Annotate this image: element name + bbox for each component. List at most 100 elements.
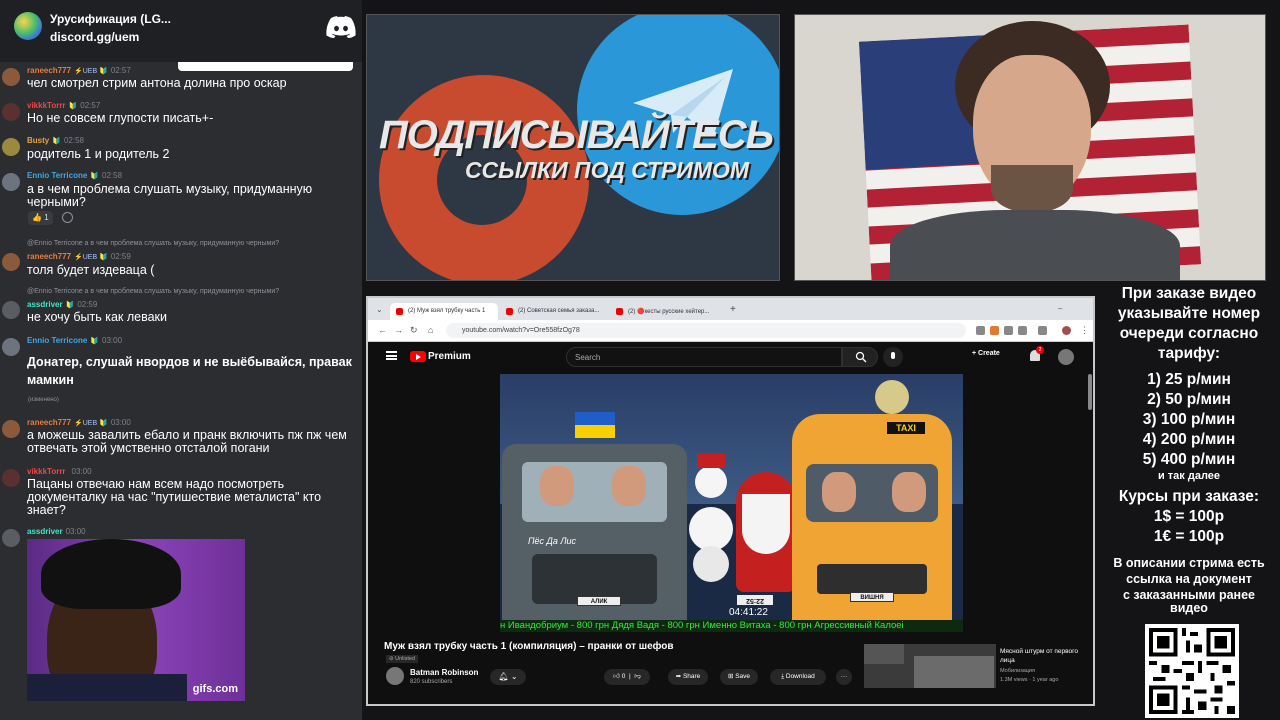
avatar[interactable] bbox=[2, 529, 20, 547]
avatar[interactable] bbox=[2, 338, 20, 356]
dislike-icon[interactable]: 👎︎ bbox=[634, 673, 641, 680]
extension-icon[interactable] bbox=[990, 326, 999, 335]
message-meta: Busty 🔰 02:58 bbox=[27, 136, 84, 145]
browser-tab[interactable]: (2) Муж взял трубку часть 1 bbox=[390, 303, 498, 320]
username[interactable]: Ennio Terricone bbox=[27, 171, 87, 180]
pricing-intro-line: тарифу: bbox=[1157, 345, 1221, 362]
chat-panel: Урусификация (LG... discord.gg/uem ranee… bbox=[0, 0, 362, 720]
voice-search-button[interactable] bbox=[883, 347, 903, 367]
reload-icon[interactable]: ↻ bbox=[410, 325, 418, 336]
tab-menu-icon[interactable]: ⌄ bbox=[376, 305, 383, 314]
username[interactable]: Busty bbox=[27, 136, 49, 145]
more-actions-button[interactable]: ··· bbox=[836, 669, 852, 685]
reply-preview[interactable]: @Ennio Terricone а в чем проблема слушат… bbox=[27, 240, 279, 247]
profile-icon[interactable] bbox=[1062, 326, 1071, 335]
recommended-title[interactable]: Мясной штурм от первого лица bbox=[1000, 647, 1088, 665]
invite-link[interactable]: discord.gg/uem bbox=[50, 30, 139, 44]
thumb-block bbox=[914, 656, 994, 688]
avatar[interactable] bbox=[2, 68, 20, 86]
message-meta: raneech777 ⚡UEB 🔰 02:57 bbox=[27, 66, 131, 75]
username[interactable]: assdriver bbox=[27, 527, 63, 536]
extension-icon[interactable] bbox=[976, 326, 985, 335]
save-button[interactable]: ⊞ Save bbox=[720, 669, 758, 685]
promo-banner: ПОДПИСЫВАЙТЕСЬ ССЫЛКИ ПОД СТРИМОМ bbox=[366, 14, 780, 281]
url-field[interactable]: youtube.com/watch?v=Ore558fzOg78 bbox=[446, 323, 966, 338]
account-avatar[interactable] bbox=[1058, 349, 1074, 365]
timestamp: 02:58 bbox=[102, 171, 123, 180]
avatar[interactable] bbox=[2, 173, 20, 191]
back-icon[interactable]: ← bbox=[378, 325, 387, 335]
reply-preview[interactable]: @Ennio Terricone а в чем проблема слушат… bbox=[27, 288, 279, 295]
user-badges: ⚡UEB 🔰 bbox=[74, 68, 108, 75]
add-reaction-icon[interactable] bbox=[62, 212, 73, 223]
timestamp: 03:00 bbox=[102, 336, 123, 345]
like-count: 0 bbox=[621, 673, 626, 680]
recommended-channel[interactable]: Мобилизация bbox=[1000, 668, 1035, 674]
menu-icon[interactable] bbox=[386, 351, 397, 360]
rates-title: Курсы при заказе: bbox=[1118, 488, 1260, 505]
gif-hair bbox=[41, 539, 181, 609]
username[interactable]: raneech777 bbox=[27, 66, 71, 75]
channel-name[interactable]: Batman Robinson bbox=[410, 668, 478, 677]
create-button[interactable]: + Create bbox=[972, 350, 1000, 357]
home-icon[interactable]: ⌂ bbox=[428, 325, 433, 335]
message-meta: assdriver 🔰 02:59 bbox=[27, 300, 97, 309]
scrollbar[interactable] bbox=[1088, 374, 1092, 410]
recommended-thumbnail[interactable] bbox=[864, 644, 996, 688]
tab-label: (2) Советская семья заказа... bbox=[518, 308, 600, 314]
more-vert-icon[interactable]: ⋮ bbox=[1080, 325, 1089, 336]
username[interactable]: vikkkTorrr bbox=[27, 101, 66, 110]
message-meta: vikkkTorrr 🔰 02:57 bbox=[27, 101, 100, 110]
avatar[interactable] bbox=[2, 253, 20, 271]
username[interactable]: vikkkTorrr bbox=[27, 467, 66, 476]
avatar[interactable] bbox=[2, 301, 20, 319]
youtube-brand[interactable]: Premium bbox=[428, 351, 471, 362]
share-button[interactable]: ➦ Share bbox=[668, 669, 708, 685]
chevron-down-icon: ⌄ bbox=[510, 672, 518, 681]
promo-title: ПОДПИСЫВАЙТЕСЬ bbox=[378, 113, 774, 157]
user-badges: 🔰 bbox=[90, 338, 100, 345]
reaction-pill[interactable]: 👍 1 bbox=[28, 211, 53, 225]
discord-banner[interactable]: Урусификация (LG... discord.gg/uem bbox=[0, 0, 362, 62]
avatar[interactable] bbox=[2, 420, 20, 438]
gif-embed[interactable]: gifs.com bbox=[27, 539, 245, 701]
like-dislike-group[interactable]: 👍︎ 0 | 👎︎ bbox=[604, 669, 650, 685]
extension-icon[interactable] bbox=[1004, 326, 1013, 335]
like-icon[interactable]: 👍︎ bbox=[613, 673, 620, 680]
download-button[interactable]: ⤓ Download bbox=[770, 669, 826, 685]
channel-avatar[interactable] bbox=[386, 667, 404, 685]
qr-code[interactable] bbox=[1145, 624, 1239, 718]
username[interactable]: assdriver bbox=[27, 300, 63, 309]
avatar[interactable] bbox=[2, 469, 20, 487]
extension-icon[interactable] bbox=[1018, 326, 1027, 335]
new-tab-button[interactable]: + bbox=[730, 304, 736, 315]
subscription-bell-button[interactable]: 🔔︎ ⌄ bbox=[490, 669, 526, 685]
qr-code-icon bbox=[1149, 628, 1235, 714]
pricing-tier: 5) 400 р/мин bbox=[1142, 451, 1236, 468]
video-player[interactable]: АЛИК Пёс Да Лис TAXI ВИШНЯ 22:52 04:41:2… bbox=[500, 374, 963, 632]
subscriber-count: 820 subscribers bbox=[410, 679, 453, 685]
minimize-icon[interactable]: – bbox=[1058, 304, 1062, 313]
gif-shirt bbox=[27, 674, 187, 701]
avatar[interactable] bbox=[2, 138, 20, 156]
doc-note: В описании стрима есть ссылка на докумен… bbox=[1098, 555, 1280, 614]
bell-icon: 🔔︎ bbox=[498, 672, 509, 681]
browser-tab[interactable]: (2) 🔴кесты русские хейтер... bbox=[610, 303, 718, 320]
recommended-meta: 1.3M views · 1 year ago bbox=[1000, 677, 1059, 683]
message-text: толя будет издеваца ( bbox=[27, 263, 155, 277]
search-button[interactable] bbox=[842, 347, 878, 367]
pricing-intro: При заказе видео указывайте номер очеред… bbox=[1098, 284, 1280, 364]
extension-icon[interactable] bbox=[1038, 326, 1047, 335]
search-input[interactable]: Search bbox=[566, 347, 842, 367]
username[interactable]: raneech777 bbox=[27, 252, 71, 261]
youtube-logo-icon[interactable] bbox=[410, 351, 426, 362]
forward-icon[interactable]: → bbox=[394, 325, 403, 335]
moon bbox=[875, 380, 909, 414]
gif-source-label[interactable]: gifs.com bbox=[193, 683, 238, 695]
browser-tab[interactable]: (2) Советская семья заказа... bbox=[500, 303, 608, 320]
username[interactable]: Ennio Terricone bbox=[27, 336, 87, 345]
notification-count: 2 bbox=[1036, 346, 1044, 354]
username[interactable]: raneech777 bbox=[27, 418, 71, 427]
youtube-favicon-icon bbox=[506, 308, 513, 315]
avatar[interactable] bbox=[2, 103, 20, 121]
